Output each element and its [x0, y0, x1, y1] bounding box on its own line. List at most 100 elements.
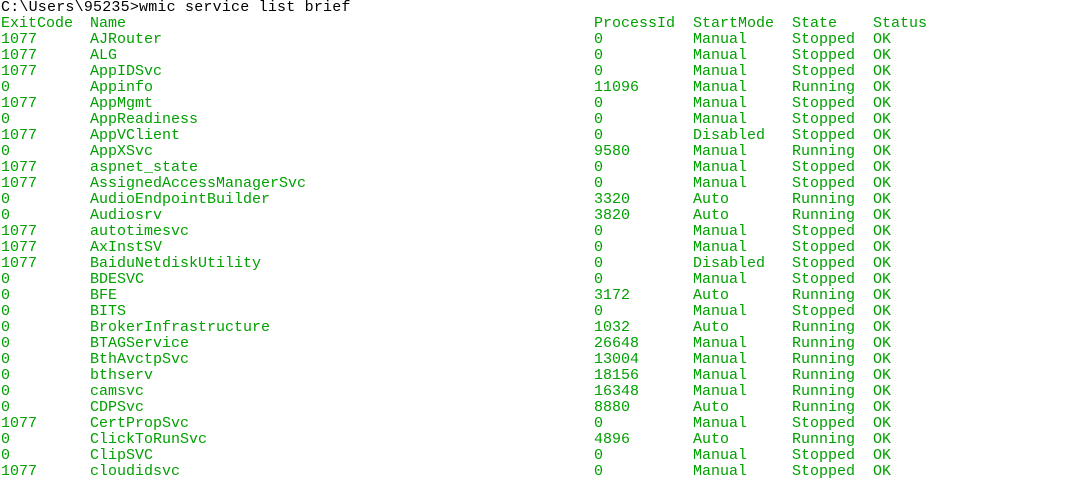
cell-state: Stopped — [792, 415, 856, 432]
cell-exitcode: 0 — [1, 335, 11, 352]
cell-startmode: Manual — [693, 175, 748, 192]
table-row: 1077 aspnet_state 0 Manual Stopped OK — [0, 160, 1080, 176]
cell-exitcode: 0 — [1, 79, 11, 96]
cell-startmode: Manual — [693, 271, 748, 288]
cell-state: Stopped — [792, 63, 856, 80]
table-row: 0 AudioEndpointBuilder 3320 Auto Running OK — [0, 192, 1080, 208]
cell-processid: 3320 — [594, 191, 631, 208]
cell-exitcode: 0 — [1, 399, 11, 416]
table-row: 1077 autotimesvc 0 Manual Stopped OK — [0, 224, 1080, 240]
cell-name: AxInstSV — [90, 239, 163, 256]
cell-exitcode: 0 — [1, 207, 11, 224]
cell-status: OK — [873, 47, 892, 64]
cell-status: OK — [873, 31, 892, 48]
cell-name: BITS — [90, 303, 127, 320]
cell-state: Running — [792, 287, 856, 304]
cell-name: cloudidsvc — [90, 463, 181, 480]
cell-state: Running — [792, 351, 856, 368]
cell-status: OK — [873, 463, 892, 480]
cell-startmode: Manual — [693, 367, 748, 384]
cell-startmode: Disabled — [693, 255, 766, 272]
table-row: 0 ClipSVC 0 Manual Stopped OK — [0, 448, 1080, 464]
cell-status: OK — [873, 207, 892, 224]
cell-processid: 0 — [594, 223, 604, 240]
table-row: 0 Audiosrv 3820 Auto Running OK — [0, 208, 1080, 224]
cell-name: AppXSvc — [90, 143, 154, 160]
table-row: 0 BITS 0 Manual Stopped OK — [0, 304, 1080, 320]
cell-status: OK — [873, 319, 892, 336]
cell-status: OK — [873, 239, 892, 256]
cell-state: Stopped — [792, 31, 856, 48]
cell-state: Stopped — [792, 175, 856, 192]
cell-status: OK — [873, 447, 892, 464]
cell-status: OK — [873, 399, 892, 416]
table-row: 0 Appinfo 11096 Manual Running OK — [0, 80, 1080, 96]
cell-name: AppVClient — [90, 127, 181, 144]
cell-startmode: Manual — [693, 415, 748, 432]
cell-status: OK — [873, 127, 892, 144]
cell-processid: 0 — [594, 111, 604, 128]
cell-name: BrokerInfrastructure — [90, 319, 271, 336]
cell-state: Running — [792, 335, 856, 352]
cell-status: OK — [873, 383, 892, 400]
cell-processid: 0 — [594, 47, 604, 64]
cell-exitcode: 1077 — [1, 463, 38, 480]
cell-startmode: Manual — [693, 351, 748, 368]
cell-name: CertPropSvc — [90, 415, 190, 432]
cell-name: BaiduNetdiskUtility — [90, 255, 262, 272]
table-row: 0 AppXSvc 9580 Manual Running OK — [0, 144, 1080, 160]
cell-startmode: Manual — [693, 463, 748, 480]
cell-exitcode: 0 — [1, 447, 11, 464]
cell-processid: 13004 — [594, 351, 640, 368]
cell-status: OK — [873, 191, 892, 208]
terminal-window[interactable]: C:\Users\95235>wmic service list brief E… — [0, 0, 1080, 480]
cell-exitcode: 1077 — [1, 127, 38, 144]
cell-status: OK — [873, 95, 892, 112]
cell-status: OK — [873, 175, 892, 192]
cell-startmode: Disabled — [693, 127, 766, 144]
cell-status: OK — [873, 79, 892, 96]
table-row: 1077 BaiduNetdiskUtility 0 Disabled Stopped O… — [0, 256, 1080, 272]
cell-processid: 0 — [594, 463, 604, 480]
cell-state: Stopped — [792, 127, 856, 144]
cell-name: camsvc — [90, 383, 145, 400]
cell-name: Audiosrv — [90, 207, 163, 224]
cell-status: OK — [873, 335, 892, 352]
cell-state: Running — [792, 207, 856, 224]
cell-name: BDESVC — [90, 271, 145, 288]
cell-status: OK — [873, 143, 892, 160]
cell-processid: 0 — [594, 159, 604, 176]
cell-startmode: Manual — [693, 63, 748, 80]
cell-processid: 0 — [594, 31, 604, 48]
cell-exitcode: 1077 — [1, 63, 38, 80]
column-header-startmode: StartMode — [693, 15, 775, 32]
cell-state: Stopped — [792, 303, 856, 320]
cell-startmode: Manual — [693, 239, 748, 256]
command-line: C:\Users\95235>wmic service list brief — [0, 0, 1080, 16]
cell-startmode: Manual — [693, 303, 748, 320]
table-row: 0 camsvc 16348 Manual Running OK — [0, 384, 1080, 400]
cell-exitcode: 0 — [1, 303, 11, 320]
table-row: 0 BDESVC 0 Manual Stopped OK — [0, 272, 1080, 288]
cell-processid: 4896 — [594, 431, 631, 448]
cell-name: ClipSVC — [90, 447, 154, 464]
command-prompt: C:\Users\95235>wmic service list brief — [1, 0, 351, 16]
cell-exitcode: 0 — [1, 431, 11, 448]
table-row: 0 ClickToRunSvc 4896 Auto Running OK — [0, 432, 1080, 448]
cell-state: Stopped — [792, 271, 856, 288]
cell-name: Appinfo — [90, 79, 154, 96]
table-row: 0 BthAvctpSvc 13004 Manual Running OK — [0, 352, 1080, 368]
cell-name: AppReadiness — [90, 111, 199, 128]
cell-exitcode: 1077 — [1, 175, 38, 192]
cell-status: OK — [873, 255, 892, 272]
cell-name: BFE — [90, 287, 118, 304]
cell-processid: 3820 — [594, 207, 631, 224]
cell-status: OK — [873, 287, 892, 304]
cell-exitcode: 1077 — [1, 415, 38, 432]
cell-processid: 0 — [594, 271, 604, 288]
cell-startmode: Manual — [693, 95, 748, 112]
cell-exitcode: 0 — [1, 191, 11, 208]
cell-processid: 0 — [594, 127, 604, 144]
cell-startmode: Manual — [693, 79, 748, 96]
cell-exitcode: 1077 — [1, 31, 38, 48]
